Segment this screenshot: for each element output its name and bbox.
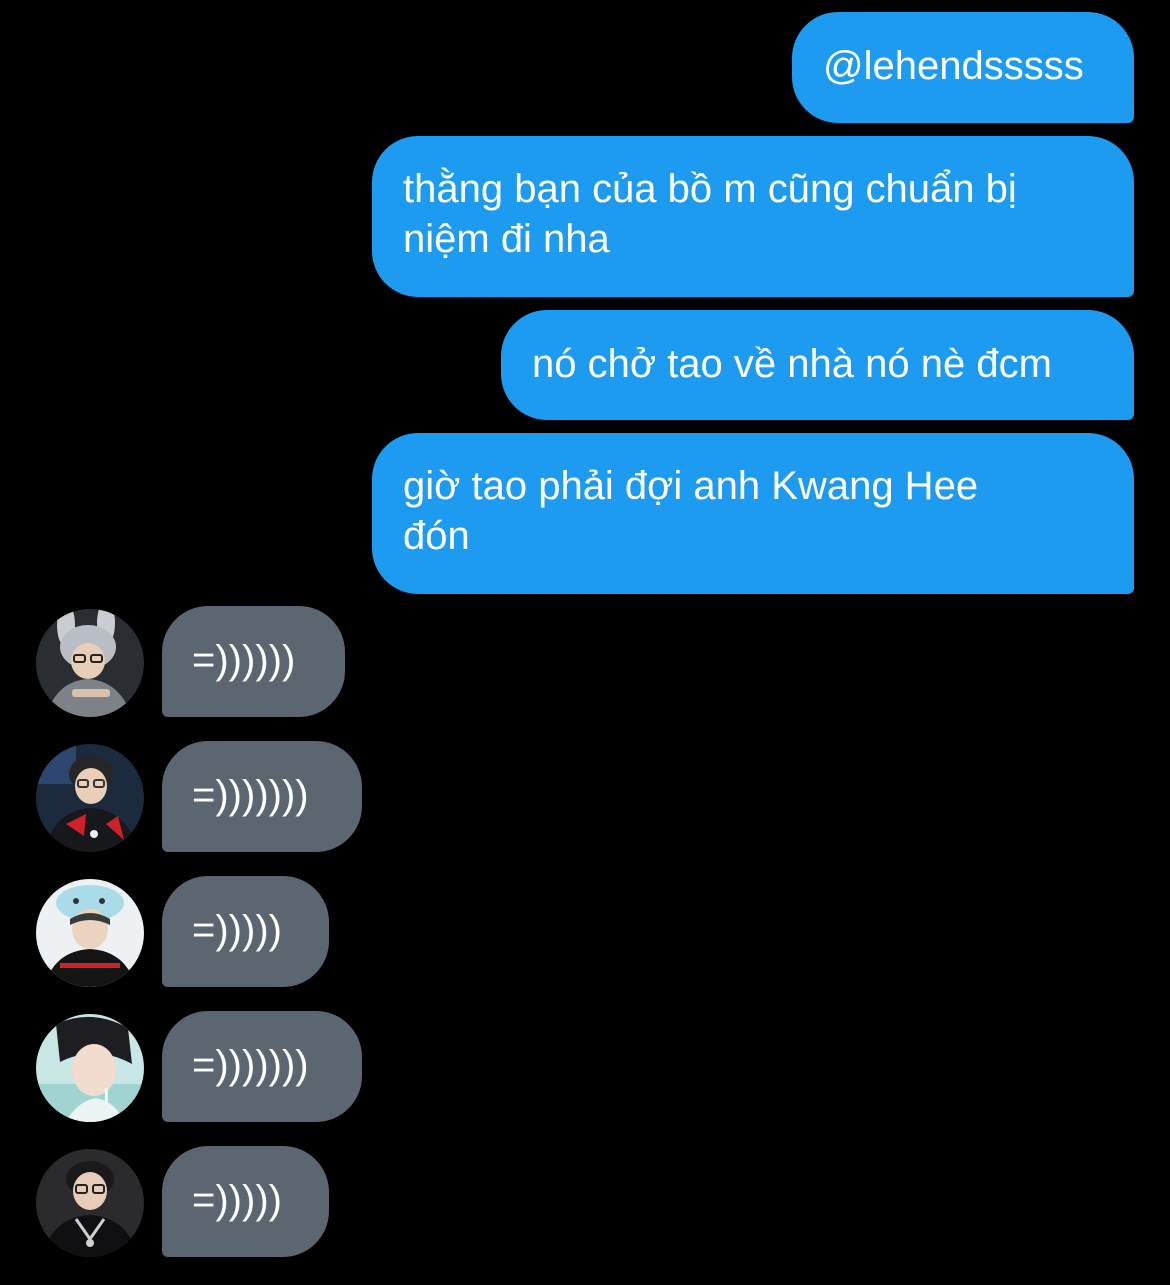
incoming-message[interactable]: =))))))) — [162, 1011, 362, 1122]
incoming-message[interactable]: =)))))) — [162, 606, 345, 717]
outgoing-message[interactable]: thằng bạn của bồ m cũng chuẩn bị niệm đi… — [372, 136, 1134, 297]
incoming-message[interactable]: =))))) — [162, 1146, 329, 1257]
incoming-message[interactable]: =))))))) — [162, 741, 362, 852]
outgoing-message[interactable]: @lehendsssss — [792, 12, 1134, 123]
user-avatar-icon[interactable] — [36, 744, 144, 852]
user-avatar-icon[interactable] — [36, 879, 144, 987]
dm-conversation: { "conversation": { "outgoing": [ {"text… — [0, 0, 1170, 1285]
user-avatar-icon[interactable] — [36, 609, 144, 717]
outgoing-message[interactable]: nó chở tao về nhà nó nè đcm — [501, 310, 1134, 420]
incoming-message[interactable]: =))))) — [162, 876, 329, 987]
outgoing-message[interactable]: giờ tao phải đợi anh Kwang Hee đón — [372, 433, 1134, 594]
user-avatar-icon[interactable] — [36, 1149, 144, 1257]
user-avatar-icon[interactable] — [36, 1014, 144, 1122]
